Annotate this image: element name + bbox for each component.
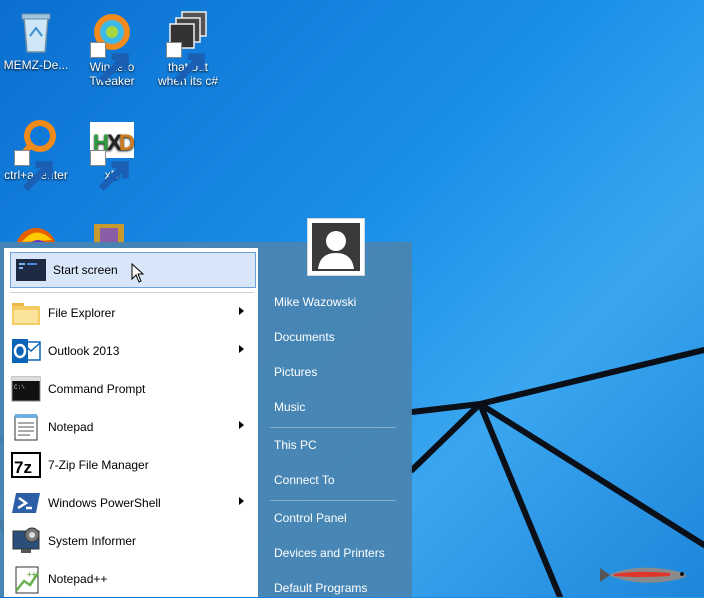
submenu-arrow-icon: [239, 345, 244, 353]
start-screen-icon: [15, 254, 47, 286]
menu-item-command-prompt[interactable]: C:\ Command Prompt: [6, 371, 252, 407]
notepad-icon: [10, 411, 42, 443]
notepadpp-icon: ++: [10, 563, 42, 595]
shortcut-arrow-icon: [90, 150, 129, 192]
link-music[interactable]: Music: [274, 397, 305, 417]
shortcut-arrow-icon: [14, 150, 53, 192]
submenu-arrow-icon: [239, 497, 244, 505]
menu-item-label: Windows PowerShell: [48, 496, 161, 510]
desktop-icon-xd[interactable]: H X D xD: [72, 118, 152, 192]
fish-icon: [600, 567, 686, 583]
desktop-icon-ctrl-a-enter[interactable]: ctrl+a, enter: [0, 118, 76, 192]
svg-text:C:\: C:\: [14, 384, 25, 391]
link-connect-to[interactable]: Connect To: [274, 470, 335, 490]
menu-item-label: Start screen: [53, 263, 118, 277]
submenu-arrow-icon: [239, 307, 244, 315]
outlook-icon: [10, 335, 42, 367]
menu-item-label: Notepad: [48, 420, 94, 434]
menu-item-label: Notepad++: [48, 572, 108, 586]
menu-divider: [10, 292, 254, 293]
system-informer-icon: [10, 525, 42, 557]
user-name-link[interactable]: Mike Wazowski: [274, 292, 356, 312]
folder-icon: [10, 297, 42, 329]
user-icon: [312, 223, 360, 271]
desktop-icon-memz[interactable]: MEMZ-De...: [0, 8, 76, 72]
menu-item-notepad-plus-plus[interactable]: ++ Notepad++: [6, 561, 252, 597]
menu-item-file-explorer[interactable]: File Explorer: [6, 295, 252, 331]
menu-item-outlook-2013[interactable]: Outlook 2013: [6, 333, 252, 369]
link-documents[interactable]: Documents: [274, 327, 335, 347]
shortcut-arrow-icon: [90, 42, 129, 84]
menu-item-system-informer[interactable]: System Informer: [6, 523, 252, 559]
powershell-icon: [10, 487, 42, 519]
desktop-icon-firefox-partial[interactable]: [12, 222, 60, 244]
desktop-icon-winaero-tweaker[interactable]: Winaero Tweaker: [72, 10, 152, 88]
menu-item-7zip-file-manager[interactable]: 7z 7-Zip File Manager: [6, 447, 252, 483]
right-divider: [270, 500, 396, 501]
svg-text:7z: 7z: [14, 458, 32, 477]
link-pictures[interactable]: Pictures: [274, 362, 317, 382]
desktop-icon-label: MEMZ-De...: [3, 58, 69, 72]
right-divider: [270, 427, 396, 428]
menu-item-label: File Explorer: [48, 306, 116, 320]
desktop-icon-that-but-when-its-csharp[interactable]: that but when its c#: [148, 10, 228, 88]
menu-item-label: Outlook 2013: [48, 344, 120, 358]
menu-item-windows-powershell[interactable]: Windows PowerShell: [6, 485, 252, 521]
menu-item-notepad[interactable]: Notepad: [6, 409, 252, 445]
link-this-pc[interactable]: This PC: [274, 435, 317, 455]
submenu-arrow-icon: [239, 421, 244, 429]
svg-text:++: ++: [27, 570, 37, 579]
recycle-bin-icon: [21, 13, 51, 53]
7zip-icon: 7z: [10, 449, 42, 481]
desktop-icon-winrar-partial[interactable]: [90, 222, 130, 244]
link-devices-and-printers[interactable]: Devices and Printers: [274, 543, 385, 563]
archive-icon: [94, 224, 124, 244]
menu-item-label: 7-Zip File Manager: [48, 458, 149, 472]
shortcut-arrow-icon: [166, 42, 205, 84]
link-control-panel[interactable]: Control Panel: [274, 508, 347, 528]
firefox-icon: [16, 228, 56, 244]
link-default-programs[interactable]: Default Programs: [274, 578, 367, 598]
user-avatar[interactable]: [307, 218, 365, 276]
command-prompt-icon: C:\: [10, 373, 42, 405]
mouse-cursor-icon: [131, 263, 145, 283]
menu-item-label: Command Prompt: [48, 382, 146, 396]
menu-item-label: System Informer: [48, 534, 137, 548]
